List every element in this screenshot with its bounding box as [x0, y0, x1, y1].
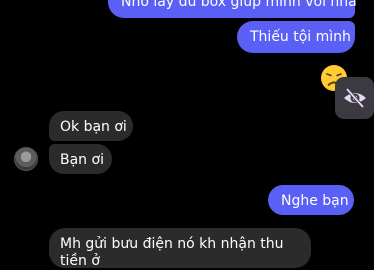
message-bubble-sent[interactable]: Nghe bạn: [268, 185, 354, 215]
message-text: Mh gửi bưu điện nó kh nhận thu tiền ở: [60, 236, 284, 269]
message-bubble-sent[interactable]: Thiếu tội mình: [237, 21, 355, 53]
message-text: Nghe bạn: [281, 193, 349, 209]
message-bubble-received[interactable]: Mh gửi bưu điện nó kh nhận thu tiền ở: [49, 228, 311, 269]
eye-slash-icon: [344, 87, 366, 109]
message-text: Ok bạn ơi: [60, 119, 127, 135]
hide-message-button[interactable]: [335, 77, 374, 119]
message-text: Nhờ lấy đủ box giúp mình với nha: [121, 0, 357, 10]
message-bubble-received[interactable]: Bạn ơi: [49, 144, 112, 174]
message-text: Thiếu tội mình: [250, 29, 351, 45]
contact-avatar[interactable]: [14, 147, 38, 171]
message-bubble-sent[interactable]: Nhờ lấy đủ box giúp mình với nha: [108, 0, 357, 18]
message-text: Bạn ơi: [60, 152, 104, 168]
message-bubble-received[interactable]: Ok bạn ơi: [49, 111, 133, 141]
